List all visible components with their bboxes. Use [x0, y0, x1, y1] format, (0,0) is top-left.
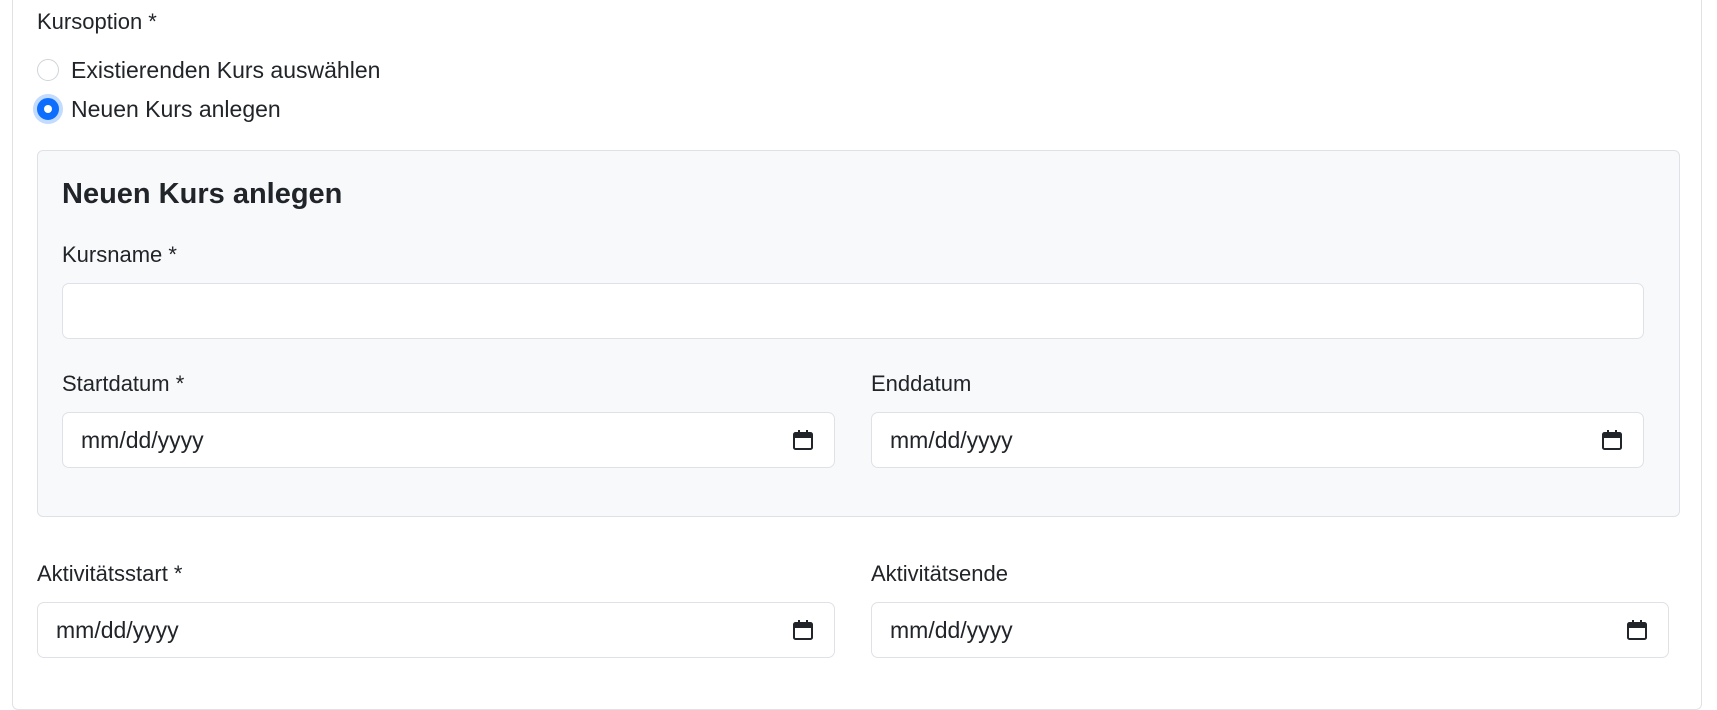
calendar-icon[interactable]	[1601, 429, 1623, 451]
course-name-label: Kursname *	[62, 242, 177, 267]
start-date-label: Startdatum *	[62, 371, 185, 396]
activity-start-input[interactable]: mm/dd/yyyy	[37, 602, 835, 658]
calendar-icon[interactable]	[1626, 619, 1648, 641]
radio-existing-course-control[interactable]	[37, 59, 59, 81]
start-date-placeholder: mm/dd/yyyy	[81, 426, 204, 453]
calendar-icon[interactable]	[792, 429, 814, 451]
radio-new-course-label[interactable]: Neuen Kurs anlegen	[71, 95, 281, 123]
radio-new-course-control[interactable]	[37, 98, 59, 120]
radio-existing-course[interactable]: Existierenden Kurs auswählen	[37, 55, 380, 85]
activity-start-label: Aktivitätsstart *	[37, 561, 183, 586]
end-date-label: Enddatum	[871, 371, 972, 396]
new-course-panel-title: Neuen Kurs anlegen	[62, 178, 343, 210]
activity-end-placeholder: mm/dd/yyyy	[890, 616, 1013, 643]
activity-end-label: Aktivitätsende	[871, 561, 1008, 586]
radio-existing-course-label[interactable]: Existierenden Kurs auswählen	[71, 56, 380, 84]
radio-new-course[interactable]: Neuen Kurs anlegen	[37, 94, 281, 124]
course-name-input[interactable]	[62, 283, 1644, 339]
activity-end-input[interactable]: mm/dd/yyyy	[871, 602, 1669, 658]
start-date-input[interactable]: mm/dd/yyyy	[62, 412, 835, 468]
end-date-placeholder: mm/dd/yyyy	[890, 426, 1013, 453]
calendar-icon[interactable]	[792, 619, 814, 641]
activity-start-placeholder: mm/dd/yyyy	[56, 616, 179, 643]
course-option-label: Kursoption *	[37, 9, 157, 34]
end-date-input[interactable]: mm/dd/yyyy	[871, 412, 1644, 468]
